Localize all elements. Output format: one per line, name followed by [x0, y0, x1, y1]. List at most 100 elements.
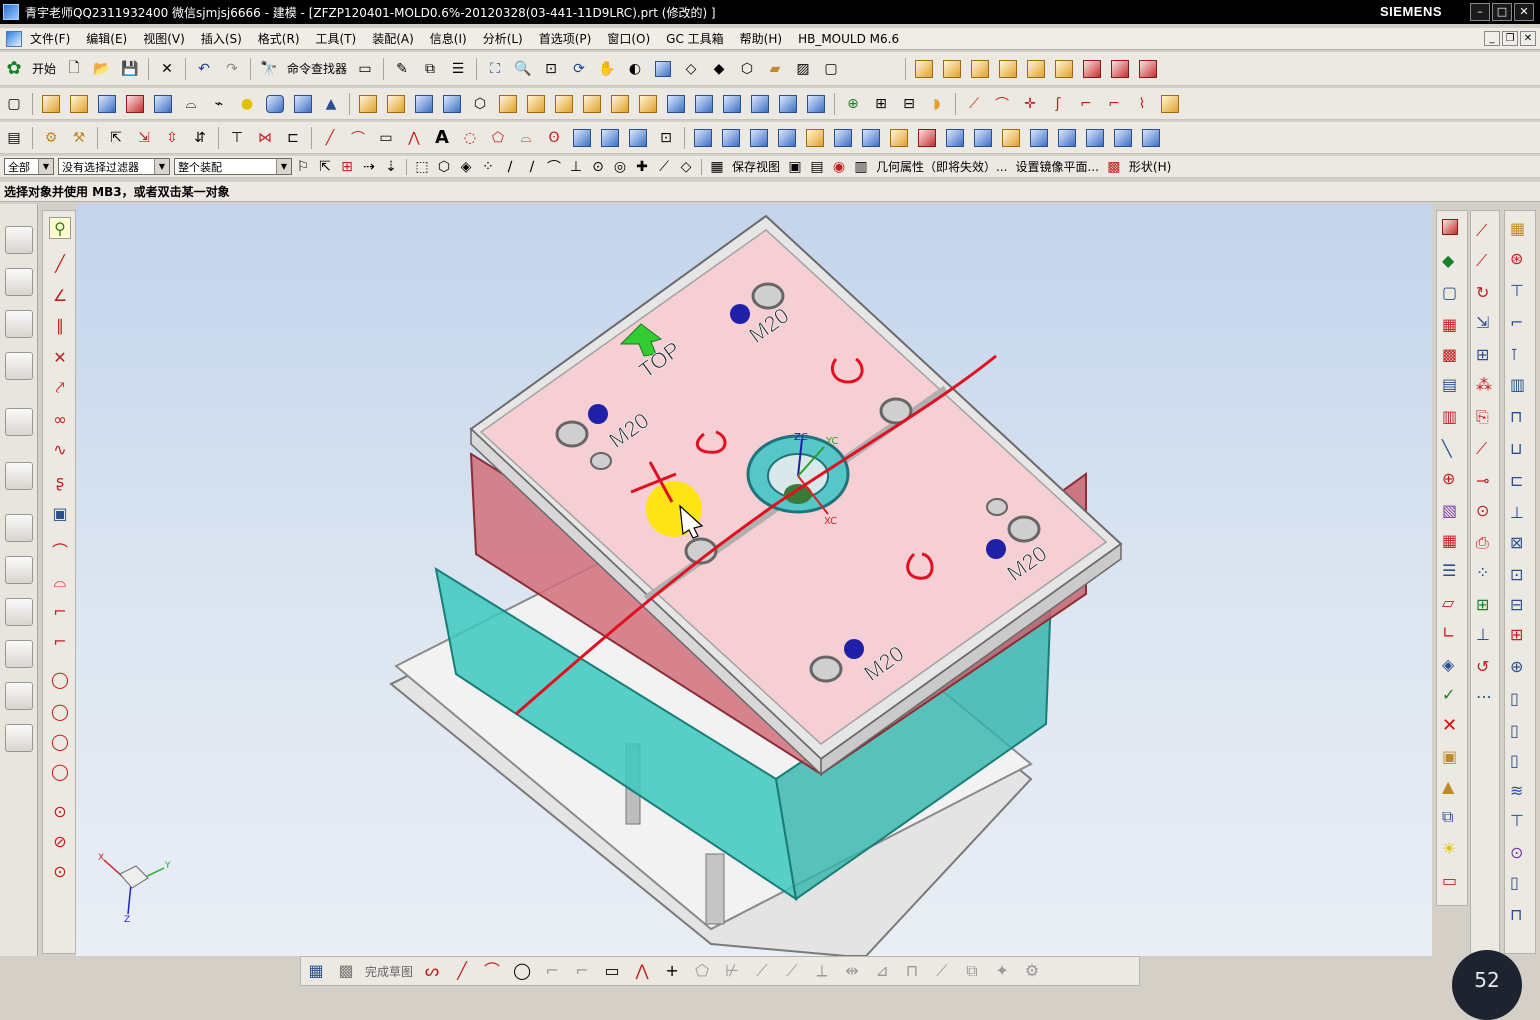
mold-tool-7-icon[interactable] [1080, 57, 1104, 81]
rectangle-icon[interactable]: ▭ [374, 126, 398, 150]
point-set-icon[interactable]: ⋯ [1476, 687, 1496, 707]
plates-icon[interactable]: ▦ [1442, 315, 1462, 335]
snap-intersect-icon[interactable]: ⊥ [567, 158, 585, 176]
part-navigator-icon[interactable]: ▤ [2, 126, 26, 150]
snap-4-icon[interactable]: ◗ [925, 92, 949, 116]
std-part-6-icon[interactable]: ▥ [1510, 375, 1530, 395]
select-add-icon[interactable]: ⊞ [338, 158, 356, 176]
feature-7-icon[interactable] [524, 92, 548, 116]
edit-feature-icon[interactable]: ⚙ [39, 126, 63, 150]
reuse-library-icon[interactable] [5, 352, 33, 380]
surface-6-icon[interactable] [831, 126, 855, 150]
copy-icon[interactable]: ⧉ [418, 57, 442, 81]
window-layout-icon[interactable]: ▭ [353, 57, 377, 81]
surface-14-icon[interactable] [1055, 126, 1079, 150]
cone-tool-icon[interactable]: ▲ [1442, 777, 1462, 797]
feature-16-icon[interactable] [776, 92, 800, 116]
new-sheet-icon[interactable]: ▢ [2, 92, 26, 116]
parallelogram-icon[interactable]: ▱ [1442, 593, 1462, 613]
mold-wizard-4-icon[interactable] [123, 92, 147, 116]
menu-gc-toolbox[interactable]: GC 工具箱 [666, 30, 724, 47]
std-part-8-icon[interactable]: ⊔ [1510, 439, 1530, 459]
divide-icon[interactable]: ⟋ [1476, 439, 1496, 459]
web-browser-icon[interactable] [5, 462, 33, 490]
save-icon[interactable]: 💾 [118, 57, 142, 81]
menu-tools[interactable]: 工具(T) [316, 30, 357, 47]
menu-hb-mould[interactable]: HB_MOULD M6.6 [798, 32, 899, 46]
std-part-18-icon[interactable]: ▯ [1510, 751, 1530, 771]
profile-icon[interactable]: ᔕ [421, 960, 443, 982]
join-icon[interactable]: ⊸ [1476, 471, 1496, 491]
std-part-1-icon[interactable]: ▦ [1510, 219, 1530, 239]
cone-icon[interactable]: ▲ [319, 92, 343, 116]
surface-13-icon[interactable] [1027, 126, 1051, 150]
stack-icon[interactable]: ⧉ [1442, 807, 1462, 827]
menu-view[interactable]: 视图(V) [143, 30, 185, 47]
mold-tool-1-icon[interactable] [912, 57, 936, 81]
new-file-icon[interactable]: 🗋 [62, 57, 86, 81]
rhombus-icon[interactable]: ◈ [1442, 655, 1462, 675]
hatch-icon[interactable]: ▧ [1442, 501, 1462, 521]
mold-wizard-7-icon[interactable]: ⌁ [207, 92, 231, 116]
check-icon[interactable]: ✓ [1442, 685, 1462, 705]
std-part-15-icon[interactable]: ⊕ [1510, 657, 1530, 677]
fillet-sketch-icon[interactable]: ⌐ [541, 960, 563, 982]
select-chain-icon[interactable]: ⇢ [360, 158, 378, 176]
array-icon[interactable]: ⁂ [1476, 375, 1496, 395]
target-icon[interactable]: ⊕ [1442, 469, 1462, 489]
feature-13-icon[interactable] [692, 92, 716, 116]
open-folder-icon[interactable]: 📂 [90, 57, 114, 81]
select-feature-icon[interactable]: ⇣ [382, 158, 400, 176]
feature-6-icon[interactable] [496, 92, 520, 116]
circle-tan-icon[interactable]: ◯ [49, 761, 71, 783]
drag-icon[interactable]: ✦ [991, 960, 1013, 982]
feature-2-icon[interactable] [384, 92, 408, 116]
system-materials-icon[interactable] [5, 556, 33, 584]
mold-tool-3-icon[interactable] [968, 57, 992, 81]
mirror-plane-button[interactable]: 设置镜像平面... [1015, 158, 1098, 175]
start-icon[interactable]: ✿ [2, 57, 26, 81]
surface-3-icon[interactable] [747, 126, 771, 150]
part-navigator-icon[interactable] [5, 310, 33, 338]
snap-center-icon[interactable]: ⊙ [589, 158, 607, 176]
finish-sketch-button[interactable]: 完成草图 [365, 963, 413, 980]
std-part-14-icon[interactable]: ⊞ [1510, 625, 1530, 645]
pencil-icon[interactable]: ✎ [390, 57, 414, 81]
circle-icon[interactable]: ◯ [49, 669, 71, 691]
screw-icon[interactable]: ⊓ [1510, 905, 1530, 925]
circle-2pt-icon[interactable]: ◯ [49, 701, 71, 723]
save-view-icon[interactable]: ▦ [708, 158, 726, 176]
rectangle-select-icon[interactable]: ⬚ [413, 158, 431, 176]
line-diag-icon[interactable]: ╲ [1442, 439, 1462, 459]
color-grid-icon[interactable]: ▤ [1442, 375, 1462, 395]
menu-format[interactable]: 格式(R) [258, 30, 300, 47]
view-tool-1-icon[interactable]: ▣ [786, 158, 804, 176]
sketch-icon[interactable]: ▦ [305, 960, 327, 982]
curve-7-icon[interactable]: ⌇ [1130, 92, 1154, 116]
command-finder-button[interactable]: 命令查找器 [287, 60, 347, 77]
mold-tool-6-icon[interactable] [1052, 57, 1076, 81]
close-button[interactable]: ✕ [1514, 3, 1534, 21]
filter-icon[interactable]: ⚐ [294, 158, 312, 176]
nx-app-icon[interactable] [6, 30, 22, 47]
tangent-line-icon[interactable]: ⤤ [49, 377, 71, 399]
extend-icon[interactable]: ⊥ [1476, 625, 1496, 645]
line-tool-icon[interactable]: ╱ [49, 253, 71, 275]
undo-icon[interactable]: ↶ [192, 57, 216, 81]
surface-1-icon[interactable] [691, 126, 715, 150]
polyline-icon[interactable]: ⋀ [402, 126, 426, 150]
menu-file[interactable]: 文件(F) [30, 30, 70, 47]
offset-icon[interactable]: ⎘ [1476, 407, 1496, 427]
std-part-5-icon[interactable]: ⊺ [1510, 345, 1530, 365]
surface-10-icon[interactable] [943, 126, 967, 150]
std-part-10-icon[interactable]: ⊥ [1510, 503, 1530, 523]
layer-icon[interactable]: ☰ [446, 57, 470, 81]
mold-wizard-1-icon[interactable] [39, 92, 63, 116]
curve-1-icon[interactable]: ⟋ [962, 92, 986, 116]
mold-cube-icon[interactable] [1442, 219, 1462, 239]
shape-menu-button[interactable]: 形状(H) [1129, 158, 1171, 175]
std-part-16-icon[interactable]: ▯ [1510, 689, 1530, 709]
convert-ref-icon[interactable]: ⟋ [931, 960, 953, 982]
angle-line-icon[interactable]: ∠ [49, 285, 71, 307]
circle-arrow-icon[interactable]: ↺ [1476, 657, 1496, 677]
